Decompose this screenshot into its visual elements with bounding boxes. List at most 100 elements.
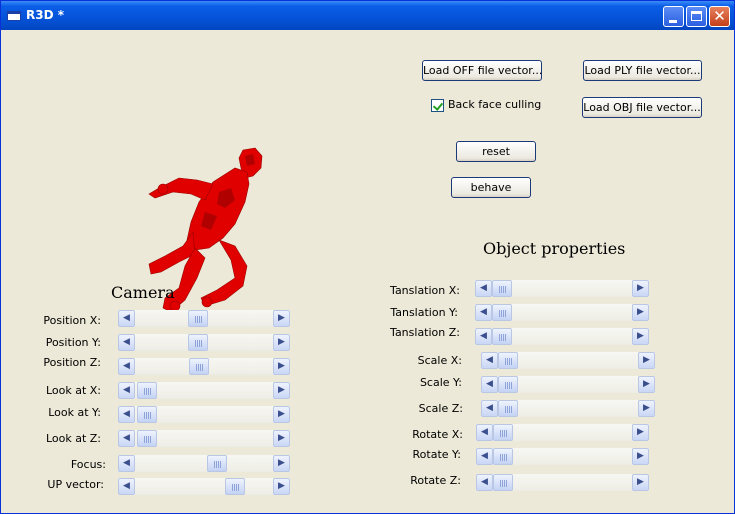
grip-icon: [505, 382, 513, 389]
arrow-right-icon[interactable]: ▶: [632, 448, 649, 465]
slider-track[interactable]: [135, 334, 273, 351]
slider-track[interactable]: [135, 455, 273, 472]
reset-button[interactable]: reset: [456, 141, 536, 162]
slider-thumb[interactable]: [493, 424, 513, 441]
arrow-right-icon[interactable]: ▶: [273, 310, 290, 327]
arrow-left-icon[interactable]: ◀: [481, 400, 498, 417]
maximize-button[interactable]: [686, 6, 707, 27]
slider-track[interactable]: [135, 430, 273, 447]
arrow-right-icon[interactable]: ▶: [273, 455, 290, 472]
arrow-right-icon[interactable]: ▶: [273, 406, 290, 423]
look-at-z-slider[interactable]: ◀ ▶: [118, 430, 290, 447]
slider-thumb[interactable]: [498, 400, 518, 417]
slider-track[interactable]: [498, 376, 638, 393]
arrow-left-icon[interactable]: ◀: [481, 376, 498, 393]
arrow-left-icon[interactable]: ◀: [118, 310, 135, 327]
arrow-left-icon[interactable]: ◀: [475, 280, 492, 297]
position-x-slider[interactable]: ◀ ▶: [118, 310, 290, 327]
slider-thumb[interactable]: [498, 352, 518, 369]
arrow-right-icon[interactable]: ▶: [632, 304, 649, 321]
slider-thumb[interactable]: [493, 448, 513, 465]
arrow-left-icon[interactable]: ◀: [118, 382, 135, 399]
translation-x-slider[interactable]: ◀ ▶: [475, 280, 649, 297]
translation-y-slider[interactable]: ◀ ▶: [475, 304, 649, 321]
behave-button[interactable]: behave: [451, 177, 531, 198]
slider-thumb[interactable]: [224, 478, 245, 495]
look-at-x-slider[interactable]: ◀ ▶: [118, 382, 290, 399]
scale-z-slider[interactable]: ◀ ▶: [481, 400, 655, 417]
slider-thumb[interactable]: [492, 304, 512, 321]
arrow-right-icon[interactable]: ▶: [632, 424, 649, 441]
backface-culling-checkbox[interactable]: [431, 99, 444, 112]
backface-culling-label: Back face culling: [448, 98, 542, 111]
slider-track[interactable]: [135, 382, 273, 399]
arrow-right-icon[interactable]: ▶: [273, 382, 290, 399]
slider-thumb[interactable]: [206, 455, 227, 472]
grip-icon: [500, 480, 508, 487]
arrow-right-icon[interactable]: ▶: [638, 400, 655, 417]
slider-label: Position Y:: [45, 336, 101, 349]
arrow-left-icon[interactable]: ◀: [475, 304, 492, 321]
arrow-right-icon[interactable]: ▶: [632, 328, 649, 345]
slider-track[interactable]: [498, 352, 638, 369]
load-ply-button[interactable]: Load PLY file vector...: [583, 60, 702, 81]
title-bar[interactable]: R3D * ✕: [1, 1, 734, 30]
scale-x-slider[interactable]: ◀ ▶: [481, 352, 655, 369]
slider-track[interactable]: [492, 304, 632, 321]
arrow-left-icon[interactable]: ◀: [475, 328, 492, 345]
arrow-right-icon[interactable]: ▶: [632, 280, 649, 297]
slider-thumb[interactable]: [492, 328, 512, 345]
slider-track[interactable]: [135, 406, 273, 423]
slider-track[interactable]: [135, 478, 273, 495]
arrow-right-icon[interactable]: ▶: [273, 334, 290, 351]
slider-thumb[interactable]: [492, 280, 512, 297]
slider-thumb[interactable]: [137, 382, 158, 399]
load-obj-button[interactable]: Load OBJ file vector...: [582, 97, 702, 118]
slider-thumb[interactable]: [137, 430, 158, 447]
slider-thumb[interactable]: [493, 474, 513, 491]
slider-track[interactable]: [135, 310, 273, 327]
rotate-z-slider[interactable]: ◀ ▶: [476, 474, 649, 491]
arrow-left-icon[interactable]: ◀: [118, 430, 135, 447]
arrow-right-icon[interactable]: ▶: [638, 352, 655, 369]
arrow-right-icon[interactable]: ▶: [632, 474, 649, 491]
slider-track[interactable]: [135, 358, 273, 375]
slider-thumb[interactable]: [188, 334, 209, 351]
arrow-left-icon[interactable]: ◀: [476, 474, 493, 491]
arrow-left-icon[interactable]: ◀: [476, 424, 493, 441]
close-button[interactable]: ✕: [709, 6, 730, 27]
rotate-y-slider[interactable]: ◀ ▶: [476, 448, 649, 465]
slider-track[interactable]: [492, 280, 632, 297]
position-z-slider[interactable]: ◀ ▶: [118, 358, 290, 375]
look-at-y-slider[interactable]: ◀ ▶: [118, 406, 290, 423]
arrow-right-icon[interactable]: ▶: [273, 478, 290, 495]
arrow-left-icon[interactable]: ◀: [476, 448, 493, 465]
slider-track[interactable]: [492, 328, 632, 345]
position-y-slider[interactable]: ◀ ▶: [118, 334, 290, 351]
slider-thumb[interactable]: [498, 376, 518, 393]
arrow-left-icon[interactable]: ◀: [118, 478, 135, 495]
arrow-right-icon[interactable]: ▶: [273, 430, 290, 447]
slider-thumb[interactable]: [189, 358, 210, 375]
arrow-right-icon[interactable]: ▶: [638, 376, 655, 393]
slider-track[interactable]: [498, 400, 638, 417]
arrow-left-icon[interactable]: ◀: [118, 406, 135, 423]
slider-thumb[interactable]: [188, 310, 209, 327]
load-off-button[interactable]: Load OFF file vector...: [422, 60, 542, 81]
arrow-left-icon[interactable]: ◀: [118, 455, 135, 472]
slider-track[interactable]: [493, 424, 632, 441]
arrow-right-icon[interactable]: ▶: [273, 358, 290, 375]
client-area: Load OFF file vector... Load PLY file ve…: [5, 30, 730, 509]
slider-thumb[interactable]: [137, 406, 158, 423]
minimize-button[interactable]: [663, 6, 684, 27]
scale-y-slider[interactable]: ◀ ▶: [481, 376, 655, 393]
arrow-left-icon[interactable]: ◀: [481, 352, 498, 369]
slider-track[interactable]: [493, 474, 632, 491]
translation-z-slider[interactable]: ◀ ▶: [475, 328, 649, 345]
focus-slider[interactable]: ◀ ▶: [118, 455, 290, 472]
rotate-x-slider[interactable]: ◀ ▶: [476, 424, 649, 441]
slider-track[interactable]: [493, 448, 632, 465]
arrow-left-icon[interactable]: ◀: [118, 334, 135, 351]
arrow-left-icon[interactable]: ◀: [118, 358, 135, 375]
up-vector-slider[interactable]: ◀ ▶: [118, 478, 290, 495]
